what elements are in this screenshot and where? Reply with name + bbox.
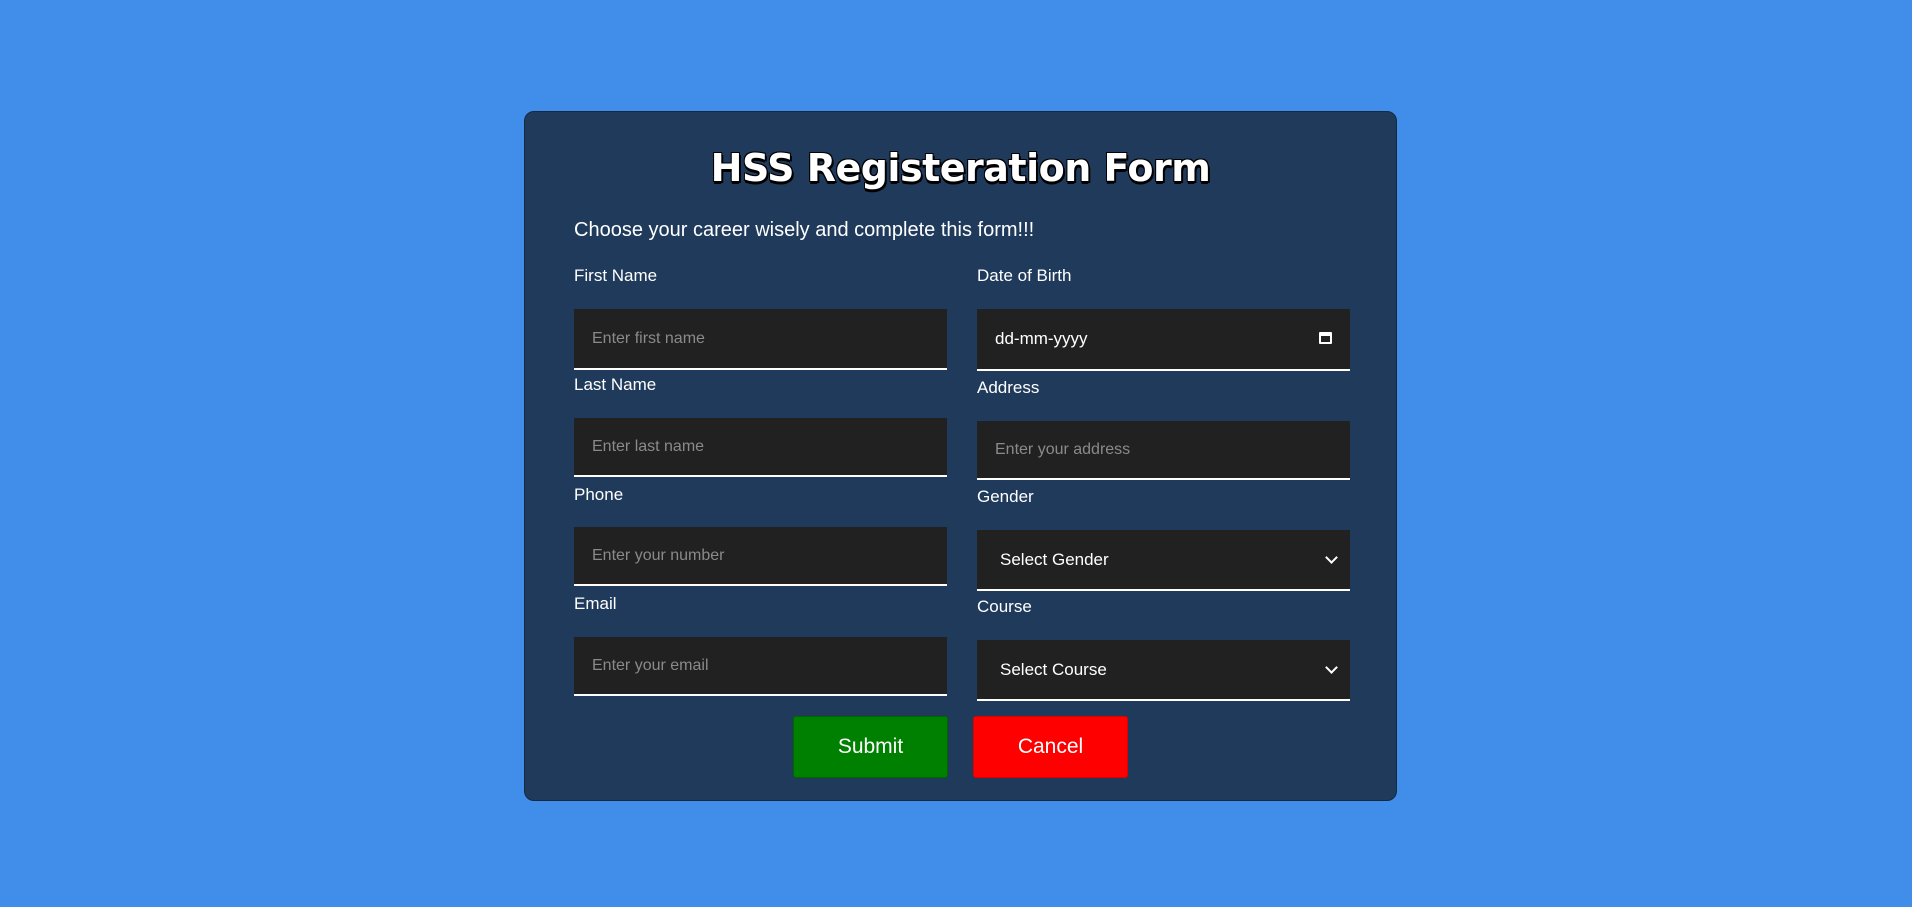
last-name-group: Last Name Enter last name (574, 375, 947, 477)
last-name-label: Last Name (574, 375, 657, 394)
course-selected-value: Select Course (1000, 659, 1107, 679)
chevron-down-icon (1325, 551, 1338, 564)
dob-label: Date of Birth (977, 266, 1072, 285)
course-group: Course Select Course (977, 597, 1350, 701)
email-group: Email Enter your email (574, 594, 947, 696)
registration-card: HSS Registeration Form Choose your caree… (524, 111, 1397, 801)
course-label: Course (977, 597, 1032, 616)
dob-value: dd-mm-yyyy (995, 329, 1088, 348)
chevron-down-icon (1325, 661, 1338, 674)
course-select[interactable]: Select Course (977, 640, 1350, 701)
cancel-button[interactable]: Cancel (973, 716, 1128, 778)
phone-label: Phone (574, 485, 624, 504)
phone-group: Phone Enter your number (574, 485, 947, 586)
gender-selected-value: Select Gender (1000, 549, 1109, 569)
form-subtitle: Choose your career wisely and complete t… (574, 219, 1035, 241)
address-label: Address (977, 378, 1040, 397)
first-name-input[interactable]: Enter first name (574, 309, 947, 370)
email-label: Email (574, 594, 617, 613)
address-input[interactable]: Enter your address (977, 421, 1350, 480)
address-group: Address Enter your address (977, 378, 1350, 480)
phone-input[interactable]: Enter your number (574, 527, 947, 586)
gender-select[interactable]: Select Gender (977, 530, 1350, 591)
gender-group: Gender Select Gender (977, 487, 1350, 591)
first-name-group: First Name Enter first name (574, 266, 947, 370)
last-name-input[interactable]: Enter last name (574, 418, 947, 477)
submit-button[interactable]: Submit (793, 716, 948, 778)
dob-group: Date of Birth dd-mm-yyyy (977, 266, 1350, 371)
dob-input[interactable]: dd-mm-yyyy (977, 309, 1350, 371)
email-input[interactable]: Enter your email (574, 637, 947, 696)
gender-label: Gender (977, 487, 1034, 506)
first-name-label: First Name (574, 266, 658, 285)
calendar-icon[interactable] (1319, 332, 1332, 344)
form-title: HSS Registeration Form (710, 146, 1211, 190)
